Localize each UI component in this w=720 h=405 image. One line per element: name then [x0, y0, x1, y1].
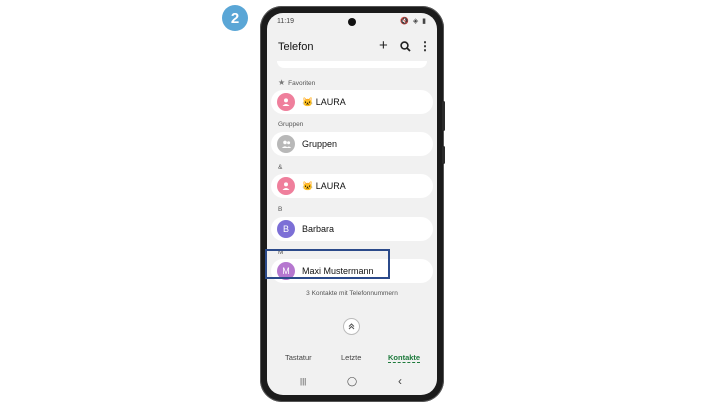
contact-row-laura-favorite[interactable]: 🐱 LAURA [271, 90, 433, 114]
contact-name: Gruppen [302, 139, 338, 149]
tab-recent[interactable]: Letzte [341, 353, 361, 362]
person-avatar-icon [277, 93, 295, 111]
contact-count-text: 3 Kontakte mit Telefonnummern [306, 290, 398, 297]
scrolled-list-item [277, 61, 427, 68]
group-avatar-icon [277, 135, 295, 153]
search-icon[interactable] [400, 38, 411, 55]
contact-name: Barbara [302, 224, 335, 234]
contact-row-groups[interactable]: Gruppen [271, 132, 433, 156]
status-time: 11:19 [277, 18, 294, 25]
system-nav-bar: ||| ◯ ‹ [267, 374, 437, 391]
person-avatar-icon [277, 177, 295, 195]
star-icon: ★ [278, 78, 286, 87]
contact-name: 🐱 LAURA [302, 181, 346, 191]
section-b: B [278, 206, 283, 213]
contact-row-barbara[interactable]: B Barbara [271, 217, 433, 241]
highlight-box [265, 249, 390, 279]
recent-apps-icon[interactable]: ||| [300, 377, 306, 386]
more-options-icon[interactable]: ⋮ [419, 38, 431, 54]
front-camera [348, 18, 356, 26]
power-button [442, 146, 445, 164]
chevron-up-icon [348, 323, 355, 330]
step-number-badge: 2 [222, 5, 248, 31]
contact-avatar: B [277, 220, 295, 238]
phone-screen: 11:19 🔇 ◈ ▮ Telefon + ⋮ ★ Favoriten 🐱 LAU… [267, 13, 437, 395]
section-favorites: ★ Favoriten [278, 78, 315, 87]
app-title: Telefon [278, 41, 314, 53]
volume-button [442, 101, 445, 131]
add-icon[interactable]: + [379, 38, 388, 54]
phone-frame: 11:19 🔇 ◈ ▮ Telefon + ⋮ ★ Favoriten 🐱 LAU… [260, 6, 445, 402]
tab-contacts[interactable]: Kontakte [388, 353, 421, 363]
section-groups: Gruppen [278, 121, 304, 128]
contact-name: 🐱 LAURA [302, 97, 346, 107]
section-favorites-label: Favoriten [288, 80, 316, 87]
status-icons: 🔇 ◈ ▮ [400, 18, 427, 25]
bottom-tab-bar: Tastatur Letzte Kontakte [267, 353, 437, 367]
home-icon[interactable]: ◯ [347, 376, 357, 387]
contact-row-laura[interactable]: 🐱 LAURA [271, 174, 433, 198]
app-bar: Telefon + ⋮ [267, 35, 437, 59]
tab-keypad[interactable]: Tastatur [285, 353, 312, 362]
section-ampersand: & [278, 164, 283, 171]
back-icon[interactable]: ‹ [398, 374, 402, 388]
scroll-to-top-button[interactable] [343, 318, 360, 335]
